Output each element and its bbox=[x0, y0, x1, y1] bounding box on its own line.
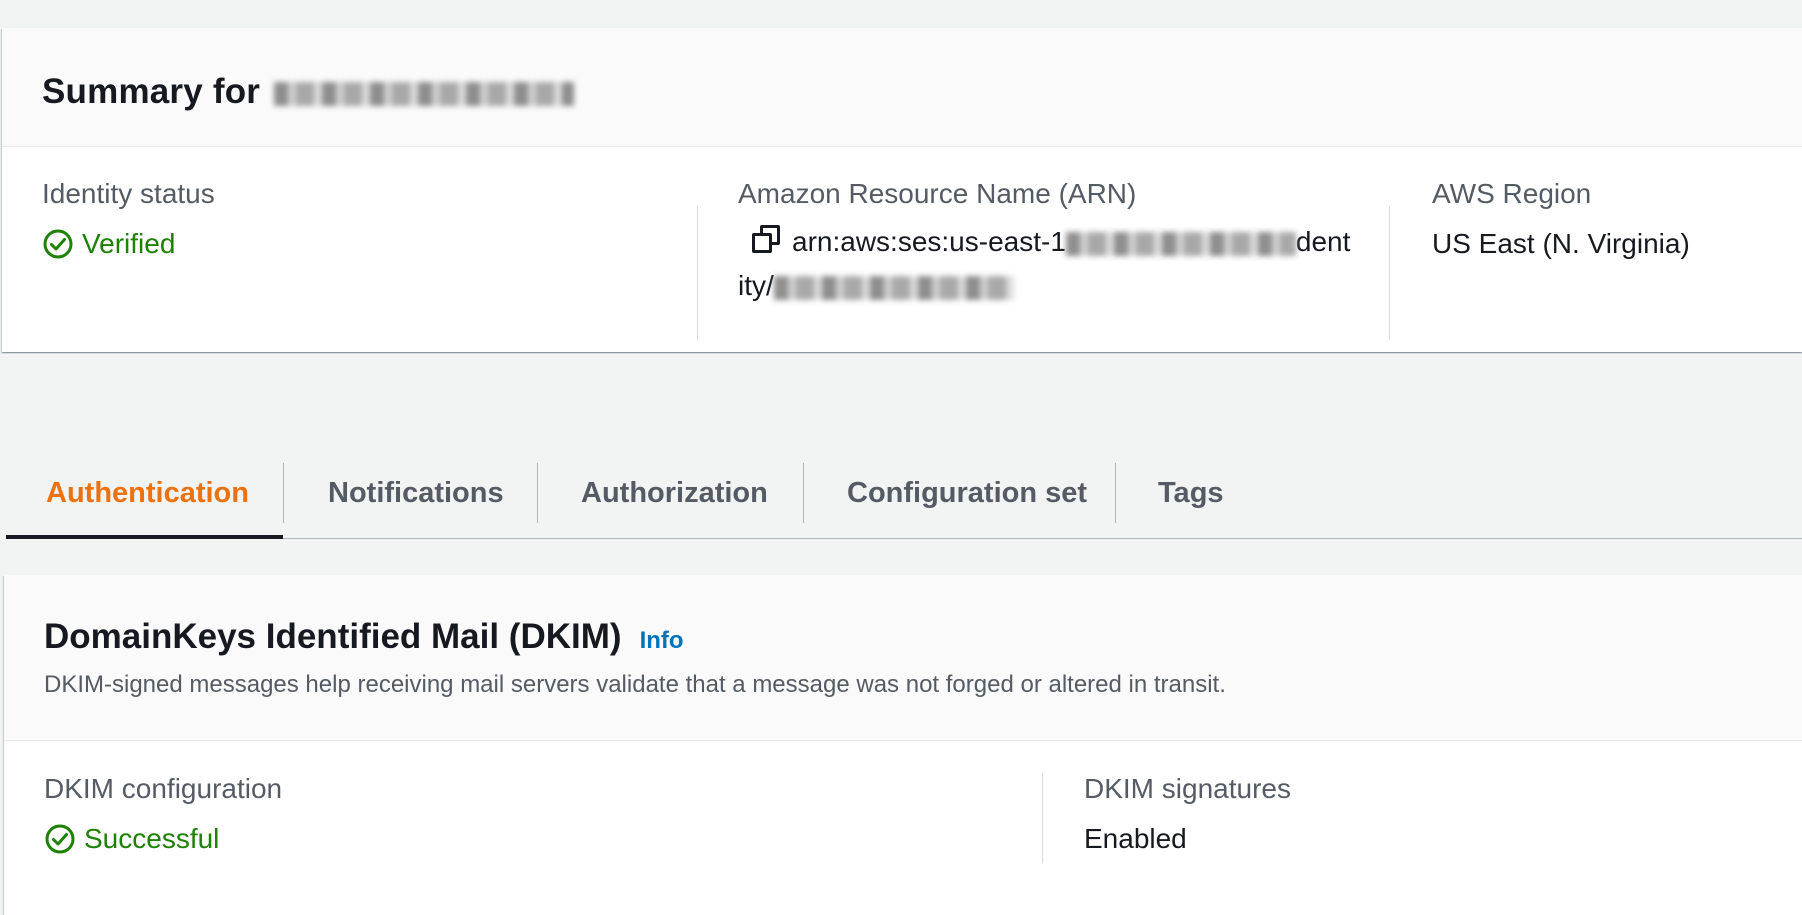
tab-authentication[interactable]: Authentication bbox=[6, 448, 283, 539]
tab-authorization[interactable]: Authorization bbox=[538, 448, 803, 538]
identity-tabs: Authentication Notifications Authorizati… bbox=[6, 448, 1802, 539]
dkim-signatures-label: DKIM signatures bbox=[1084, 773, 1291, 804]
region-column: AWS Region US East (N. Virginia) bbox=[1432, 178, 1690, 260]
summary-title: Summary for bbox=[42, 72, 575, 112]
dkim-configuration-value: Successful bbox=[44, 823, 282, 855]
column-divider bbox=[1389, 206, 1390, 340]
dkim-description: DKIM-signed messages help receiving mail… bbox=[44, 671, 1226, 698]
arn-text-mid: dent bbox=[1295, 226, 1351, 257]
dkim-title-text: DomainKeys Identified Mail (DKIM) bbox=[44, 617, 622, 656]
redacted-account-id bbox=[1065, 231, 1296, 256]
dkim-configuration-text: Successful bbox=[84, 823, 220, 854]
summary-header: Summary for bbox=[2, 28, 1802, 147]
dkim-signatures-value: Enabled bbox=[1084, 823, 1187, 854]
identity-status-text: Verified bbox=[82, 228, 176, 259]
tab-configuration-set[interactable]: Configuration set bbox=[804, 448, 1115, 538]
redacted-identity-suffix bbox=[773, 275, 1014, 300]
dkim-header: DomainKeys Identified Mail (DKIM) Info D… bbox=[4, 575, 1802, 741]
status-success-icon bbox=[43, 229, 73, 259]
region-value: US East (N. Virginia) bbox=[1432, 228, 1690, 259]
arn-text-line2: ity/ bbox=[738, 270, 774, 301]
dkim-card: DomainKeys Identified Mail (DKIM) Info D… bbox=[4, 575, 1802, 915]
arn-column: Amazon Resource Name (ARN) arn:aws:ses:u… bbox=[738, 178, 1378, 308]
info-link[interactable]: Info bbox=[640, 627, 684, 655]
region-label: AWS Region bbox=[1432, 178, 1592, 209]
arn-label: Amazon Resource Name (ARN) bbox=[738, 178, 1137, 209]
arn-text-start: arn:aws:ses:us-east-1 bbox=[792, 226, 1066, 257]
column-divider bbox=[697, 206, 698, 340]
column-divider bbox=[1042, 773, 1043, 863]
identity-status-column: Identity status Verified bbox=[42, 178, 215, 260]
dkim-title: DomainKeys Identified Mail (DKIM) Info bbox=[44, 617, 684, 657]
tab-tags[interactable]: Tags bbox=[1116, 448, 1316, 538]
dkim-signatures-column: DKIM signatures Enabled bbox=[1084, 773, 1291, 855]
tab-notifications[interactable]: Notifications bbox=[284, 448, 537, 538]
dkim-configuration-label: DKIM configuration bbox=[44, 773, 283, 804]
dkim-configuration-column: DKIM configuration Successful bbox=[44, 773, 282, 855]
redacted-identity-name bbox=[274, 81, 575, 106]
summary-title-prefix: Summary for bbox=[42, 72, 261, 111]
copy-icon[interactable] bbox=[752, 225, 782, 255]
status-success-icon bbox=[45, 824, 75, 854]
summary-card: Summary for Identity status Verified Ama… bbox=[2, 28, 1802, 352]
identity-status-value: Verified bbox=[42, 228, 215, 260]
arn-value: arn:aws:ses:us-east-1 dent ity/ bbox=[738, 220, 1378, 308]
identity-status-label: Identity status bbox=[42, 178, 215, 209]
